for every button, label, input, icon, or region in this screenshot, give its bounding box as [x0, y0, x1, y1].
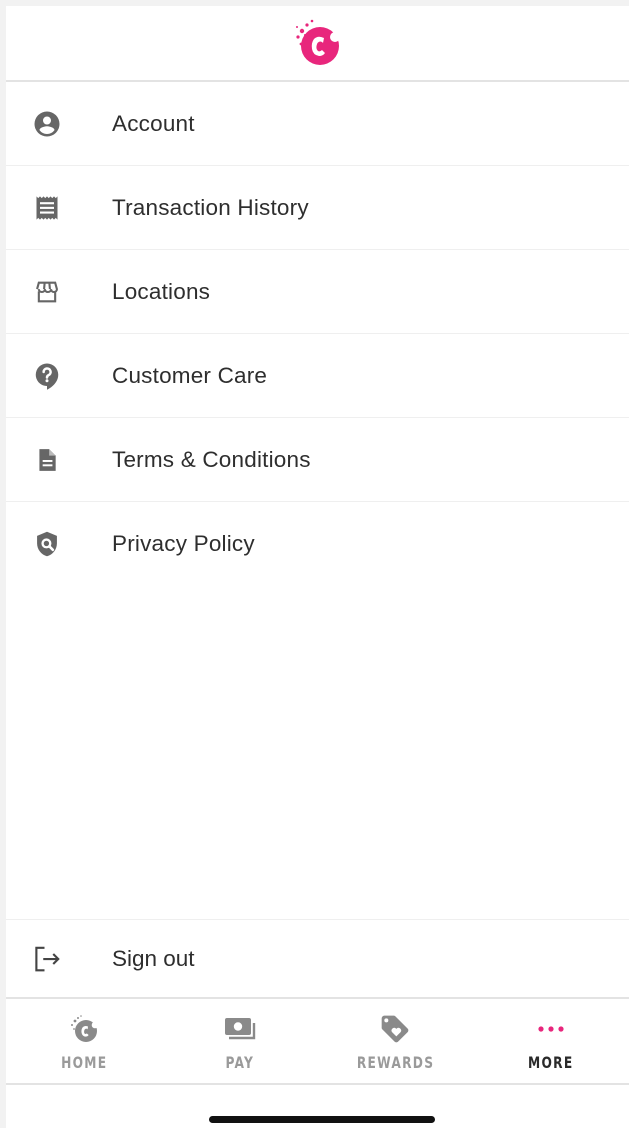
menu-item-transaction-history[interactable]: Transaction History [6, 166, 629, 250]
tab-label: MORE [528, 1053, 574, 1072]
tab-more[interactable]: MORE [473, 999, 629, 1083]
tab-rewards[interactable]: REWARDS [318, 999, 474, 1083]
receipt-icon [31, 192, 63, 224]
bottom-tab-bar: HOME PAY REWARDS MORE [6, 997, 629, 1085]
sign-out-button[interactable]: Sign out [6, 919, 629, 997]
menu-item-locations[interactable]: Locations [6, 250, 629, 334]
more-dots-icon [533, 1013, 569, 1045]
menu-item-label: Privacy Policy [112, 531, 255, 556]
menu-item-label: Account [112, 110, 195, 136]
menu-item-terms[interactable]: Terms & Conditions [6, 418, 629, 502]
menu-item-label: Customer Care [112, 362, 268, 388]
tag-heart-icon [377, 1013, 413, 1045]
brand-c-icon [66, 1013, 102, 1045]
tab-label: PAY [225, 1053, 254, 1072]
logout-icon [31, 943, 63, 975]
storefront-icon [31, 276, 63, 308]
tab-home[interactable]: HOME [6, 999, 162, 1083]
brand-c-logo [295, 19, 340, 65]
cash-icon [222, 1013, 258, 1045]
tab-label: HOME [60, 1053, 108, 1072]
menu-item-account[interactable]: Account [6, 82, 629, 166]
sign-out-label: Sign out [112, 945, 195, 971]
privacy-shield-icon [31, 528, 63, 560]
menu-item-label: Transaction History [112, 194, 309, 220]
menu-item-privacy-policy[interactable]: Privacy Policy [6, 502, 629, 586]
menu-item-label: Terms & Conditions [112, 446, 311, 472]
menu-item-customer-care[interactable]: Customer Care [6, 334, 629, 418]
home-indicator[interactable] [209, 1116, 435, 1123]
help-bubble-icon [31, 360, 63, 392]
menu-list: Account Transaction History Locations Cu… [6, 82, 629, 586]
app-header [6, 6, 629, 82]
document-icon [31, 444, 63, 476]
menu-item-label: Locations [112, 278, 211, 304]
account-circle-icon [31, 108, 63, 140]
tab-pay[interactable]: PAY [162, 999, 318, 1083]
more-screen: Account Transaction History Locations Cu… [6, 6, 629, 1128]
tab-label: REWARDS [356, 1053, 435, 1072]
